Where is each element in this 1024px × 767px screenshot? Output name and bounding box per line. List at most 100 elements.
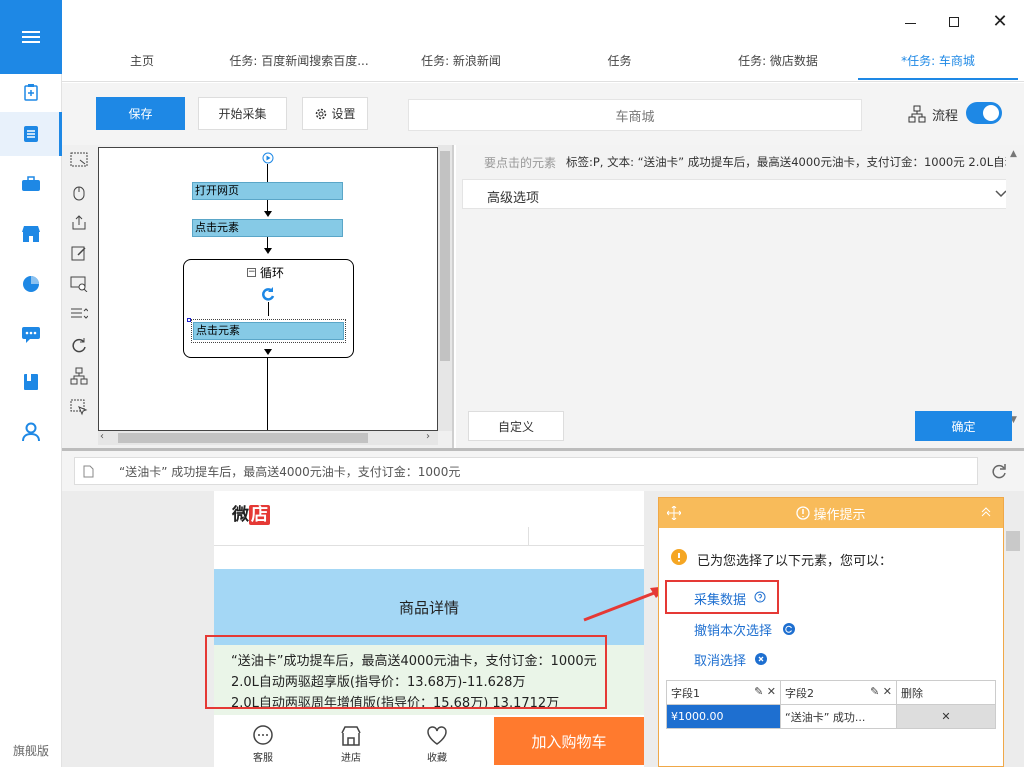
store-icon xyxy=(22,226,40,242)
field1-header[interactable]: 字段1 ✎ ✕ xyxy=(666,680,781,705)
web-page-icon xyxy=(70,152,88,167)
task-name-field[interactable]: 车商城 xyxy=(408,99,862,131)
chat-icon xyxy=(253,725,273,745)
mouse-hover-tool[interactable] xyxy=(68,397,90,419)
loop-label: 循环 xyxy=(260,266,285,280)
address-field[interactable]: “送油卡” 成功提车后，最高送4000元油卡，支付订金：1000元 xyxy=(74,457,978,485)
click-tool[interactable] xyxy=(68,181,90,203)
favorite-button[interactable]: 收藏 xyxy=(426,725,448,764)
properties-panel: 要点击的元素 标签:P, 文本: “送油卡” 成功提车后，最高送4000元油卡，… xyxy=(456,145,1024,448)
message-button[interactable] xyxy=(0,312,62,356)
sitemap-icon xyxy=(70,367,88,385)
undo-selection-link[interactable]: 撤销本次选择 xyxy=(694,620,772,639)
field2-edit-icons[interactable]: ✎ ✕ xyxy=(870,685,892,698)
collapse-up-icon[interactable] xyxy=(981,507,991,517)
field2-value[interactable]: “送油卡” 成功... xyxy=(780,704,897,729)
field2-header[interactable]: 字段2 ✎ ✕ xyxy=(780,680,897,705)
condition-tool[interactable] xyxy=(68,365,90,387)
delete-row-icon: ✕ xyxy=(941,710,951,723)
target-element-value: 标签:P, 文本: “送油卡” 成功提车后，最高送4000元油卡，支付订金：10… xyxy=(566,155,1017,169)
edit-icon xyxy=(71,246,86,261)
move-icon[interactable] xyxy=(667,506,681,520)
refresh-icon xyxy=(72,338,86,353)
add-to-cart-button[interactable]: 加入购物车 xyxy=(494,717,644,765)
toolbar: 保存 开始采集 设置 车商城 流程 xyxy=(62,83,1024,145)
book-button[interactable] xyxy=(0,360,62,404)
hint-title: 操作提示 xyxy=(813,507,866,523)
undo-icon xyxy=(783,623,795,635)
maximize-icon xyxy=(949,17,959,27)
tab-task[interactable]: 任务 xyxy=(562,52,677,80)
page-scroll-thumb[interactable] xyxy=(1006,531,1020,551)
flow-hscrollbar[interactable]: ‹ › xyxy=(98,431,438,445)
detail-title: 商品详情 xyxy=(398,599,459,617)
store-button[interactable] xyxy=(0,212,62,256)
input-text-tool[interactable] xyxy=(68,242,90,264)
task-list-button[interactable] xyxy=(0,112,62,156)
flow-node-open-page[interactable]: 打开网页 xyxy=(192,182,343,200)
flow-node-loop-click[interactable]: 点击元素 xyxy=(193,322,344,340)
message-icon xyxy=(22,327,40,343)
close-window-button[interactable]: ✕ xyxy=(990,12,1010,32)
minimize-button[interactable] xyxy=(900,12,920,32)
flow-loop[interactable]: − 循环 点击元素 xyxy=(183,259,354,358)
fields-table: 字段1 ✎ ✕ 字段2 ✎ ✕ 删除 ¥1000.00 “送油卡” 成功... ✕ xyxy=(666,680,996,729)
list-icon xyxy=(71,308,88,319)
heart-icon xyxy=(427,726,447,745)
menu-button[interactable] xyxy=(0,0,62,74)
settings-button[interactable]: 设置 xyxy=(302,97,368,130)
delete-row-button[interactable]: ✕ xyxy=(896,704,996,729)
reload-icon[interactable] xyxy=(991,463,1007,479)
user-button[interactable] xyxy=(0,410,62,454)
enter-shop-button[interactable]: 进店 xyxy=(340,725,362,764)
tab-weidian[interactable]: 任务: 微店数据 xyxy=(708,52,848,80)
chart-button[interactable] xyxy=(0,262,62,306)
bottom-nav: 客服 进店 收藏 加入购物车 xyxy=(214,715,644,767)
captcha-tool[interactable] xyxy=(68,273,90,295)
new-task-button[interactable] xyxy=(0,70,62,114)
cancel-selection-link[interactable]: 取消选择 xyxy=(694,650,746,669)
sidebar: 旗舰版 xyxy=(0,0,62,767)
customer-service-button[interactable]: 客服 xyxy=(252,725,274,764)
minimize-icon xyxy=(904,22,916,24)
logo-char-2: 店 xyxy=(249,505,270,525)
flow-toolbox xyxy=(62,145,98,448)
switch-dropdown-tool[interactable] xyxy=(68,303,90,325)
loop-tool[interactable] xyxy=(68,334,90,356)
extract-tool[interactable] xyxy=(68,211,90,233)
field1-value[interactable]: ¥1000.00 xyxy=(666,704,781,729)
image-search-icon xyxy=(70,276,88,292)
toolbox-button[interactable] xyxy=(0,162,62,206)
settings-label: 设置 xyxy=(331,107,356,121)
tab-sina-news[interactable]: 任务: 新浪新闻 xyxy=(396,52,526,80)
info-icon xyxy=(796,506,811,520)
collapse-icon[interactable]: − xyxy=(247,268,256,277)
edition-label: 旗舰版 xyxy=(12,744,49,758)
highlight-box-text xyxy=(205,635,607,709)
flow-node-click[interactable]: 点击元素 xyxy=(192,219,343,237)
nav-fav-label: 收藏 xyxy=(427,753,447,764)
open-page-tool[interactable] xyxy=(68,149,90,171)
flow-tree-icon xyxy=(908,105,926,123)
tab-car-mall[interactable]: *任务: 车商城 xyxy=(858,52,1018,80)
field1-edit-icons[interactable]: ✎ ✕ xyxy=(754,685,776,698)
confirm-button[interactable]: 确定 xyxy=(915,411,1012,441)
cancel-icon xyxy=(755,653,767,665)
tab-home[interactable]: 主页 xyxy=(92,52,192,80)
gear-icon xyxy=(316,108,327,119)
start-collect-button[interactable]: 开始采集 xyxy=(198,97,287,130)
custom-button[interactable]: 自定义 xyxy=(468,411,564,441)
props-scrollbar[interactable]: ▲ ▼ xyxy=(1006,145,1024,448)
flow-toggle[interactable] xyxy=(966,102,1002,124)
flow-label: 流程 xyxy=(932,109,959,124)
tab-bar: ✕ 主页 任务: 百度新闻搜索百度... 任务: 新浪新闻 任务 任务: 微店数… xyxy=(62,0,1024,82)
flow-vscrollbar[interactable] xyxy=(438,145,452,431)
hint-header[interactable]: 操作提示 xyxy=(659,498,1003,528)
flow-canvas[interactable]: 打开网页 点击元素 − 循环 点击元素 xyxy=(98,147,438,431)
save-button[interactable]: 保存 xyxy=(96,97,185,130)
tab-baidu-news[interactable]: 任务: 百度新闻搜索百度... xyxy=(224,52,374,80)
advanced-options-row[interactable]: 高级选项 xyxy=(462,179,1015,209)
field1-label: 字段1 xyxy=(671,686,700,700)
delete-header: 删除 xyxy=(896,680,996,705)
maximize-button[interactable] xyxy=(944,12,964,32)
